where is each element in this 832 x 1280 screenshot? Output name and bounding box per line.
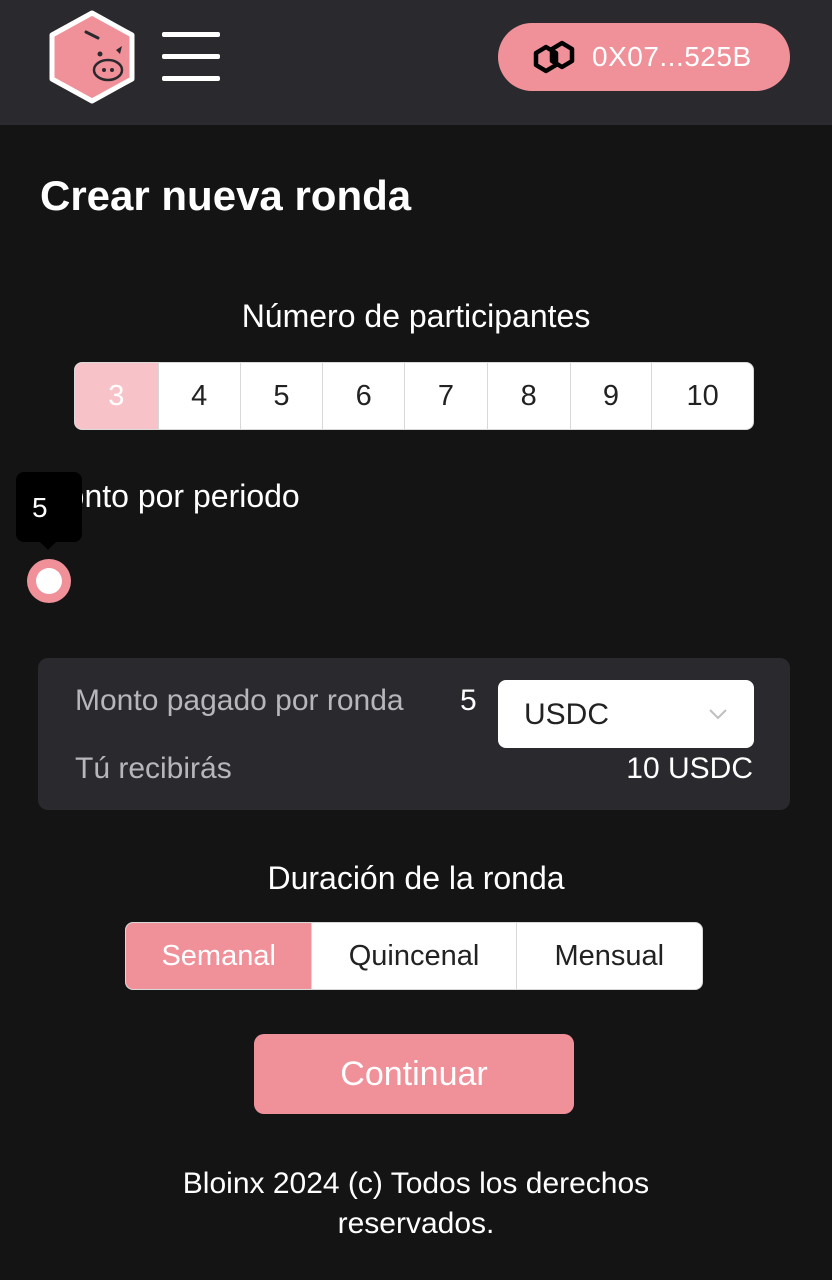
continue-button[interactable]: Continuar	[254, 1034, 574, 1114]
chevron-down-icon	[709, 709, 727, 720]
participants-option-5[interactable]: 5	[241, 363, 324, 429]
you-receive-value: 10 USDC	[626, 752, 753, 785]
page-title: Crear nueva ronda	[40, 172, 412, 219]
round-summary-panel: Monto pagado por ronda 5 USDC Tú recibir…	[38, 658, 790, 810]
duration-selector: Semanal Quincenal Mensual	[125, 922, 703, 990]
currency-selected-value: USDC	[524, 698, 610, 731]
participants-option-9[interactable]: 9	[571, 363, 653, 429]
participants-option-4[interactable]: 4	[159, 363, 241, 429]
paid-per-round-label: Monto pagado por ronda	[75, 684, 404, 717]
participants-option-6[interactable]: 6	[323, 363, 406, 429]
bloinx-logo-icon[interactable]	[48, 10, 136, 104]
participants-option-3[interactable]: 3	[75, 363, 159, 429]
participants-option-7[interactable]: 7	[405, 363, 488, 429]
currency-select[interactable]: USDC	[498, 680, 754, 748]
duration-label: Duración de la ronda	[267, 860, 565, 896]
participants-label: Número de participantes	[241, 298, 591, 334]
polygon-network-icon	[533, 40, 575, 74]
tooltip-arrow	[38, 540, 58, 550]
duration-option-mensual[interactable]: Mensual	[517, 923, 702, 989]
footer-line-1: Bloinx 2024 (c) Todos los derechos	[182, 1167, 650, 1200]
top-header: 0X07...525B	[0, 0, 832, 125]
slider-value-tooltip: 5	[16, 472, 82, 542]
menu-hamburger-icon[interactable]	[162, 30, 222, 84]
amount-slider-handle[interactable]	[27, 559, 71, 603]
you-receive-label: Tú recibirás	[75, 752, 232, 785]
duration-option-semanal[interactable]: Semanal	[126, 923, 313, 989]
paid-per-round-value: 5	[460, 684, 477, 717]
duration-option-quincenal[interactable]: Quincenal	[312, 923, 517, 989]
footer-copyright: Bloinx 2024 (c) Todos los derechos reser…	[0, 1164, 832, 1244]
participants-option-10[interactable]: 10	[652, 363, 753, 429]
wallet-address-button[interactable]: 0X07...525B	[498, 23, 790, 91]
wallet-address-text: 0X07...525B	[592, 41, 752, 72]
participants-selector: 3 4 5 6 7 8 9 10	[74, 362, 754, 430]
participants-option-8[interactable]: 8	[488, 363, 571, 429]
footer-line-2: reservados.	[337, 1207, 495, 1240]
